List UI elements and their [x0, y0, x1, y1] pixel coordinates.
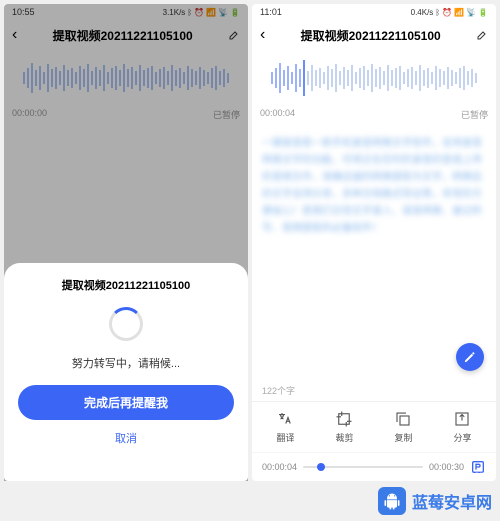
wave-status: 已暂停 [213, 108, 240, 121]
status-time: 11:01 [260, 7, 282, 17]
share-button[interactable]: 分享 [453, 410, 471, 444]
status-net: 0.4K/s [411, 8, 434, 17]
edit-fab-button[interactable] [456, 343, 484, 371]
word-count: 122个字 [252, 384, 496, 401]
phone-right: 11:01 0.4K/s ᛒ ⏰ 📶 📡 🔋 ‹ 提取视频20211221105… [252, 4, 496, 481]
wave-start: 00:00:04 [260, 108, 295, 121]
wifi-icon: 📡 [218, 8, 228, 17]
wave-start: 00:00:00 [12, 108, 47, 121]
loading-spinner-icon [109, 307, 143, 341]
signal-icon: 📶 [206, 8, 216, 17]
seek-slider[interactable] [303, 466, 423, 468]
page-title: 提取视频20211221105100 [23, 27, 222, 44]
bottom-sheet: 提取视频20211221105100 努力转写中，请稍候... 完成后再提醒我 … [4, 263, 248, 481]
wifi-icon: 📡 [466, 8, 476, 17]
waveform[interactable] [252, 50, 496, 106]
status-net: 3.1K/s [163, 8, 186, 17]
copy-button[interactable]: 复制 [394, 410, 412, 444]
waveform [4, 50, 248, 106]
bluetooth-icon: ᛒ [435, 8, 440, 17]
status-bar: 11:01 0.4K/s ᛒ ⏰ 📶 📡 🔋 [252, 4, 496, 20]
battery-icon: 🔋 [230, 8, 240, 17]
page-title: 提取视频20211221105100 [271, 27, 470, 44]
edit-icon[interactable] [228, 29, 240, 41]
bluetooth-icon: ᛒ [187, 8, 192, 17]
back-icon[interactable]: ‹ [260, 26, 265, 44]
remind-me-button[interactable]: 完成后再提醒我 [18, 385, 234, 420]
sheet-message: 努力转写中，请稍候... [72, 355, 180, 371]
seek-thumb-icon[interactable] [317, 463, 325, 471]
wave-status: 已暂停 [461, 108, 488, 121]
crop-button[interactable]: 裁剪 [335, 410, 353, 444]
battery-icon: 🔋 [478, 8, 488, 17]
watermark: 蓝莓安卓网 [378, 487, 492, 515]
alarm-icon: ⏰ [194, 8, 204, 17]
phone-left: 10:55 3.1K/s ᛒ ⏰ 📶 📡 🔋 ‹ 提取视频20211221105… [4, 4, 248, 481]
status-bar: 10:55 3.1K/s ᛒ ⏰ 📶 📡 🔋 [4, 4, 248, 20]
transcript-text[interactable]: 一键录音是一款手机录音转换文字软件，支持录音转换文字的功能，可将正在实时的录音的… [252, 127, 496, 384]
watermark-url: www.lmkjz.com [420, 470, 488, 481]
player-current: 00:00:04 [262, 462, 297, 472]
android-icon [378, 487, 406, 515]
alarm-icon: ⏰ [442, 8, 452, 17]
signal-icon: 📶 [454, 8, 464, 17]
watermark-text: 蓝莓安卓网 [412, 489, 492, 513]
back-icon[interactable]: ‹ [12, 26, 17, 44]
topbar: ‹ 提取视频20211221105100 [252, 20, 496, 50]
translate-button[interactable]: 翻译 [276, 410, 294, 444]
sheet-title: 提取视频20211221105100 [62, 277, 190, 293]
status-time: 10:55 [12, 7, 35, 17]
topbar: ‹ 提取视频20211221105100 [4, 20, 248, 50]
toolbar: 翻译 裁剪 复制 分享 [252, 401, 496, 452]
edit-icon[interactable] [476, 29, 488, 41]
cancel-button[interactable]: 取消 [115, 430, 137, 446]
